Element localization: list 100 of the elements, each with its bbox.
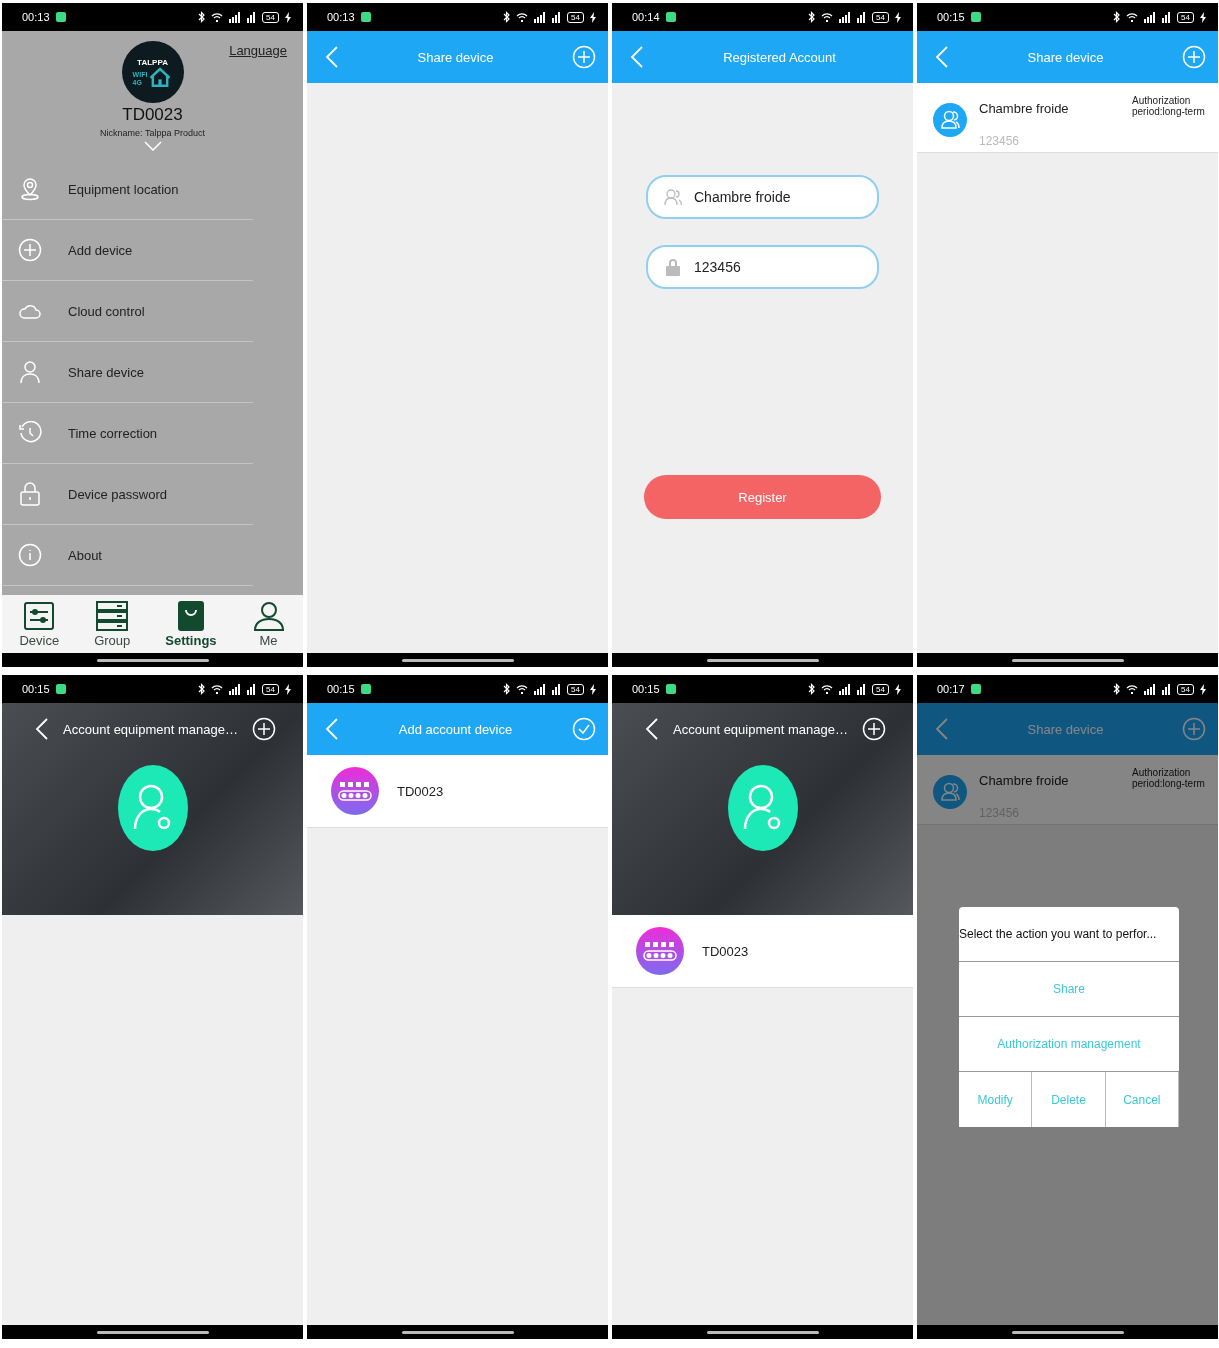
charging-icon — [590, 683, 596, 695]
wifi-icon — [1126, 12, 1139, 22]
users-icon — [933, 102, 967, 137]
lock-icon — [18, 482, 42, 506]
signal-icon — [857, 683, 867, 695]
notification-icon — [970, 12, 981, 22]
input-field[interactable]: Chambre froide — [646, 175, 879, 219]
sliders-icon — [22, 600, 57, 631]
menu-item[interactable]: About — [2, 525, 253, 586]
signal-icon — [534, 11, 547, 23]
account-password: 123456 — [979, 134, 1021, 148]
device-app-icon — [331, 767, 379, 815]
screen-title: Share device — [416, 49, 495, 65]
wifi-icon — [211, 12, 224, 22]
confirm-icon[interactable] — [572, 717, 596, 741]
device-row[interactable]: TD0023 — [307, 755, 608, 828]
back-icon[interactable] — [35, 717, 50, 741]
account-name: Chambre froide — [979, 773, 1070, 788]
notification-icon — [55, 12, 66, 22]
signal-icon — [1144, 11, 1157, 23]
menu-item[interactable]: Add device — [2, 220, 253, 281]
screen-title: Share device — [1026, 49, 1105, 65]
device-app-icon — [636, 927, 684, 975]
screen-title: Registered Account — [722, 49, 837, 65]
signal-icon — [839, 11, 852, 23]
charging-icon — [285, 683, 291, 695]
charging-icon — [590, 11, 596, 23]
screen-title: Account equipment manage… — [63, 721, 238, 737]
signal-icon — [1162, 683, 1172, 695]
screen-title: Add account device — [397, 721, 514, 737]
battery-level: 54 — [262, 11, 279, 23]
clock-icon — [18, 421, 42, 445]
bluetooth-icon — [503, 11, 511, 23]
home-indicator[interactable] — [706, 1330, 819, 1334]
signal-icon — [247, 11, 257, 23]
status-time: 00:15 — [937, 11, 965, 23]
signal-icon — [534, 683, 547, 695]
charging-icon — [1200, 11, 1206, 23]
signal-icon — [1162, 11, 1172, 23]
home-indicator[interactable] — [96, 1330, 209, 1334]
notification-icon — [970, 684, 981, 694]
bluetooth-icon — [198, 683, 206, 695]
wifi-icon — [516, 684, 529, 694]
wifi-icon — [211, 684, 224, 694]
battery-level: 54 — [567, 683, 584, 695]
add-icon[interactable] — [251, 717, 276, 741]
input-field[interactable]: 123456 — [646, 245, 879, 289]
charging-icon — [1200, 683, 1206, 695]
charging-icon — [285, 11, 291, 23]
notification-icon — [360, 12, 371, 22]
shared-account-row[interactable]: Chambre froide 123456 Authorization period:long-term — [917, 83, 1218, 153]
person-icon — [251, 600, 286, 631]
home-indicator[interactable] — [1011, 658, 1124, 662]
users-icon — [664, 188, 682, 206]
nav-tab[interactable]: Device — [19, 600, 60, 648]
user-settings-icon — [727, 765, 798, 851]
signal-icon — [839, 683, 852, 695]
wifi-icon — [821, 12, 834, 22]
status-time: 00:15 — [22, 683, 50, 695]
notification-icon — [665, 684, 676, 694]
home-indicator[interactable] — [1011, 1330, 1124, 1334]
person-icon — [18, 360, 42, 384]
home-indicator[interactable] — [706, 658, 819, 662]
menu-item[interactable]: Share device — [2, 342, 253, 403]
language-link[interactable]: Language — [229, 43, 287, 58]
menu-item[interactable]: Time correction — [2, 403, 253, 464]
lock-icon — [664, 258, 682, 276]
users-icon — [933, 774, 967, 809]
signal-icon — [552, 683, 562, 695]
nav-tab[interactable]: Me — [251, 600, 286, 648]
stack-icon — [95, 600, 130, 631]
bluetooth-icon — [1113, 11, 1121, 23]
signal-icon — [229, 11, 242, 23]
add-icon[interactable] — [861, 717, 886, 741]
status-time: 00:15 — [632, 683, 660, 695]
status-time: 00:15 — [327, 683, 355, 695]
menu-item[interactable]: Cloud control — [2, 281, 253, 342]
nav-tab[interactable]: Group — [94, 600, 131, 648]
signal-icon — [229, 683, 242, 695]
menu-item[interactable]: Equipment location — [2, 159, 253, 220]
bluetooth-icon — [1113, 683, 1121, 695]
status-time: 00:17 — [937, 683, 965, 695]
home-indicator[interactable] — [401, 1330, 514, 1334]
notification-icon — [360, 684, 371, 694]
user-settings-icon — [117, 765, 188, 851]
signal-icon — [1144, 683, 1157, 695]
battery-level: 54 — [1177, 11, 1194, 23]
signal-icon — [247, 683, 257, 695]
menu-item[interactable]: Device password — [2, 464, 253, 525]
bluetooth-icon — [808, 683, 816, 695]
home-indicator[interactable] — [96, 658, 209, 662]
bluetooth-icon — [198, 11, 206, 23]
battery-level: 54 — [872, 11, 889, 23]
device-row[interactable]: TD0023 — [612, 915, 913, 988]
back-icon[interactable] — [645, 717, 660, 741]
wifi-icon — [516, 12, 529, 22]
bluetooth-icon — [808, 11, 816, 23]
nav-tab[interactable]: Settings — [165, 600, 217, 648]
home-indicator[interactable] — [401, 658, 514, 662]
status-time: 00:14 — [632, 11, 660, 23]
